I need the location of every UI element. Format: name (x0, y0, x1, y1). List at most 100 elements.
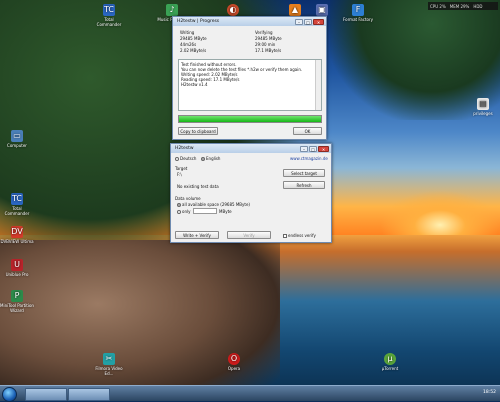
progress-bar-fill (179, 116, 321, 122)
lang-deutsch-radio[interactable]: Deutsch (175, 156, 196, 161)
desktop-icon-label: privileges (473, 111, 493, 116)
format-factory-icon: F (352, 4, 364, 16)
desktop-icon-label: µTorrent (381, 366, 399, 371)
hdd-readout: HDD (473, 3, 483, 9)
radio-selected-icon (201, 157, 205, 161)
desktop-icon-computer[interactable]: ▭ Computer (0, 130, 34, 148)
wallpaper-rocks (0, 240, 280, 400)
h2testw-titlebar[interactable]: H2testw – □ ✕ (171, 144, 331, 153)
radio-icon (177, 210, 181, 214)
minimize-button[interactable]: – (300, 145, 308, 152)
lang-english-label: English (206, 156, 221, 161)
writing-time: 44m26s (180, 42, 197, 47)
verifying-size: 29485 MByte (255, 36, 282, 41)
taskbar-item-progress[interactable] (68, 388, 110, 401)
progress-window-title: H2testw | Progress (177, 19, 220, 24)
progress-body: Writing 29485 MByte 44m26s 2.02 MByte/s … (173, 26, 326, 140)
desktop-icon-privileges[interactable]: ▤ privileges (466, 98, 500, 116)
close-button[interactable]: ✕ (318, 145, 329, 152)
taskbar: 18:52 (0, 385, 500, 402)
total-commander-icon: TC (103, 4, 115, 16)
size-unit-label: MByte (219, 209, 232, 214)
desktop-icon-opera[interactable]: O Opera (217, 353, 251, 371)
partition-wizard-icon: P (11, 290, 23, 302)
desktop-icon-label: Computer (7, 143, 27, 148)
radio-selected-icon (177, 203, 181, 207)
desktop-icon-label: Uniblue Pro (5, 272, 29, 277)
only-label: only (182, 209, 191, 214)
log-scrollbar[interactable] (315, 60, 321, 110)
website-link[interactable]: www.ctmagazin.de (290, 156, 328, 161)
h2testw-body: Deutsch English www.ctmagazin.de Target … (171, 153, 331, 243)
verifying-label: Verifying (255, 30, 273, 35)
filmora-icon: ✂ (103, 353, 115, 365)
ok-button[interactable]: OK (293, 127, 322, 135)
desktop-icon-label: DVBVIEW Ultima (0, 239, 34, 244)
writing-size: 29485 MByte (180, 36, 207, 41)
desktop-icon-total-commander-2[interactable]: TC Total Commander (0, 193, 34, 216)
close-button[interactable]: ✕ (313, 18, 324, 25)
progress-window[interactable]: H2testw | Progress – □ ✕ Writing 29485 M… (172, 16, 327, 140)
verifying-speed: 17.1 MByte/s (255, 48, 282, 53)
select-target-button[interactable]: Select target (283, 169, 325, 177)
desktop-icon-uniblue[interactable]: U Uniblue Pro (0, 259, 34, 277)
desktop-icon-total-commander[interactable]: TC Total Commander (92, 4, 126, 27)
desktop-icon-partition-wizard[interactable]: P MiniTool Partition Wizard (0, 290, 34, 313)
system-monitor-widget: CPU 2% MEM 29% HDD (428, 2, 498, 10)
target-heading: Target (175, 166, 188, 171)
verify-button[interactable]: Verify (227, 231, 271, 239)
desktop-icon-dvbview[interactable]: DV DVBVIEW Ultima (0, 226, 34, 244)
data-volume-heading: Data volume (175, 196, 201, 201)
all-space-label: all available space (29685 MByte) (182, 202, 250, 207)
progress-bar (178, 115, 322, 123)
desktop-icon-label: Filmora Video Ed... (95, 366, 123, 376)
app-icon: ▣ (316, 4, 328, 16)
target-value: F:\ (177, 172, 182, 177)
app-icon: ◐ (227, 4, 239, 16)
minimize-button[interactable]: – (295, 18, 303, 25)
h2testw-window[interactable]: H2testw – □ ✕ Deutsch English www.ctmaga… (170, 143, 332, 243)
test-data-status: No existing test data (177, 184, 219, 189)
desktop-icon-label: Opera (227, 366, 241, 371)
music-icon: ♪ (166, 4, 178, 16)
desktop-icon-label: Total Commander (4, 206, 30, 216)
all-space-radio[interactable]: all available space (29685 MByte) (177, 202, 250, 207)
only-radio[interactable]: only (177, 209, 190, 214)
result-log[interactable]: Test finished without errors. You can no… (178, 59, 322, 111)
desktop-icon-format-factory[interactable]: F Format Factory (341, 4, 375, 22)
opera-icon: O (228, 353, 240, 365)
taskbar-clock[interactable]: 18:52 (483, 390, 496, 395)
endless-verify-checkbox[interactable]: endless verify (283, 233, 316, 238)
dvbview-icon: DV (11, 226, 23, 238)
vlc-cone-icon: ▲ (289, 4, 301, 16)
computer-icon: ▭ (11, 130, 23, 142)
checkbox-icon (283, 234, 287, 238)
uniblue-icon: U (11, 259, 23, 271)
radio-icon (175, 157, 179, 161)
verifying-time: 29:00 min (255, 42, 276, 47)
mem-readout: MEM 29% (449, 3, 470, 9)
endless-verify-label: endless verify (288, 233, 316, 238)
utorrent-icon: µ (384, 353, 396, 365)
maximize-button[interactable]: □ (309, 145, 317, 152)
progress-titlebar[interactable]: H2testw | Progress – □ ✕ (173, 17, 326, 26)
maximize-button[interactable]: □ (304, 18, 312, 25)
cpu-readout: CPU 2% (430, 3, 446, 9)
document-icon: ▤ (477, 98, 489, 110)
desktop-icon-label: Format Factory (343, 17, 373, 22)
taskbar-item-h2testw[interactable] (25, 388, 67, 401)
writing-speed: 2.02 MByte/s (180, 48, 207, 53)
desktop-icon-filmora[interactable]: ✂ Filmora Video Ed... (92, 353, 126, 376)
size-input[interactable] (193, 208, 217, 214)
lang-english-radio[interactable]: English (201, 156, 220, 161)
copy-to-clipboard-button[interactable]: Copy to clipboard (178, 127, 218, 135)
refresh-button[interactable]: Refresh (283, 181, 325, 189)
desktop-icon-utorrent[interactable]: µ µTorrent (373, 353, 407, 371)
h2testw-window-title: H2testw (175, 146, 194, 151)
desktop-icon-label: MiniTool Partition Wizard (0, 303, 34, 313)
write-verify-button[interactable]: Write + Verify (175, 231, 219, 239)
total-commander-icon: TC (11, 193, 23, 205)
log-line: H2testw v1.4 (181, 82, 208, 87)
lang-deutsch-label: Deutsch (180, 156, 197, 161)
writing-label: Writing (180, 30, 195, 35)
